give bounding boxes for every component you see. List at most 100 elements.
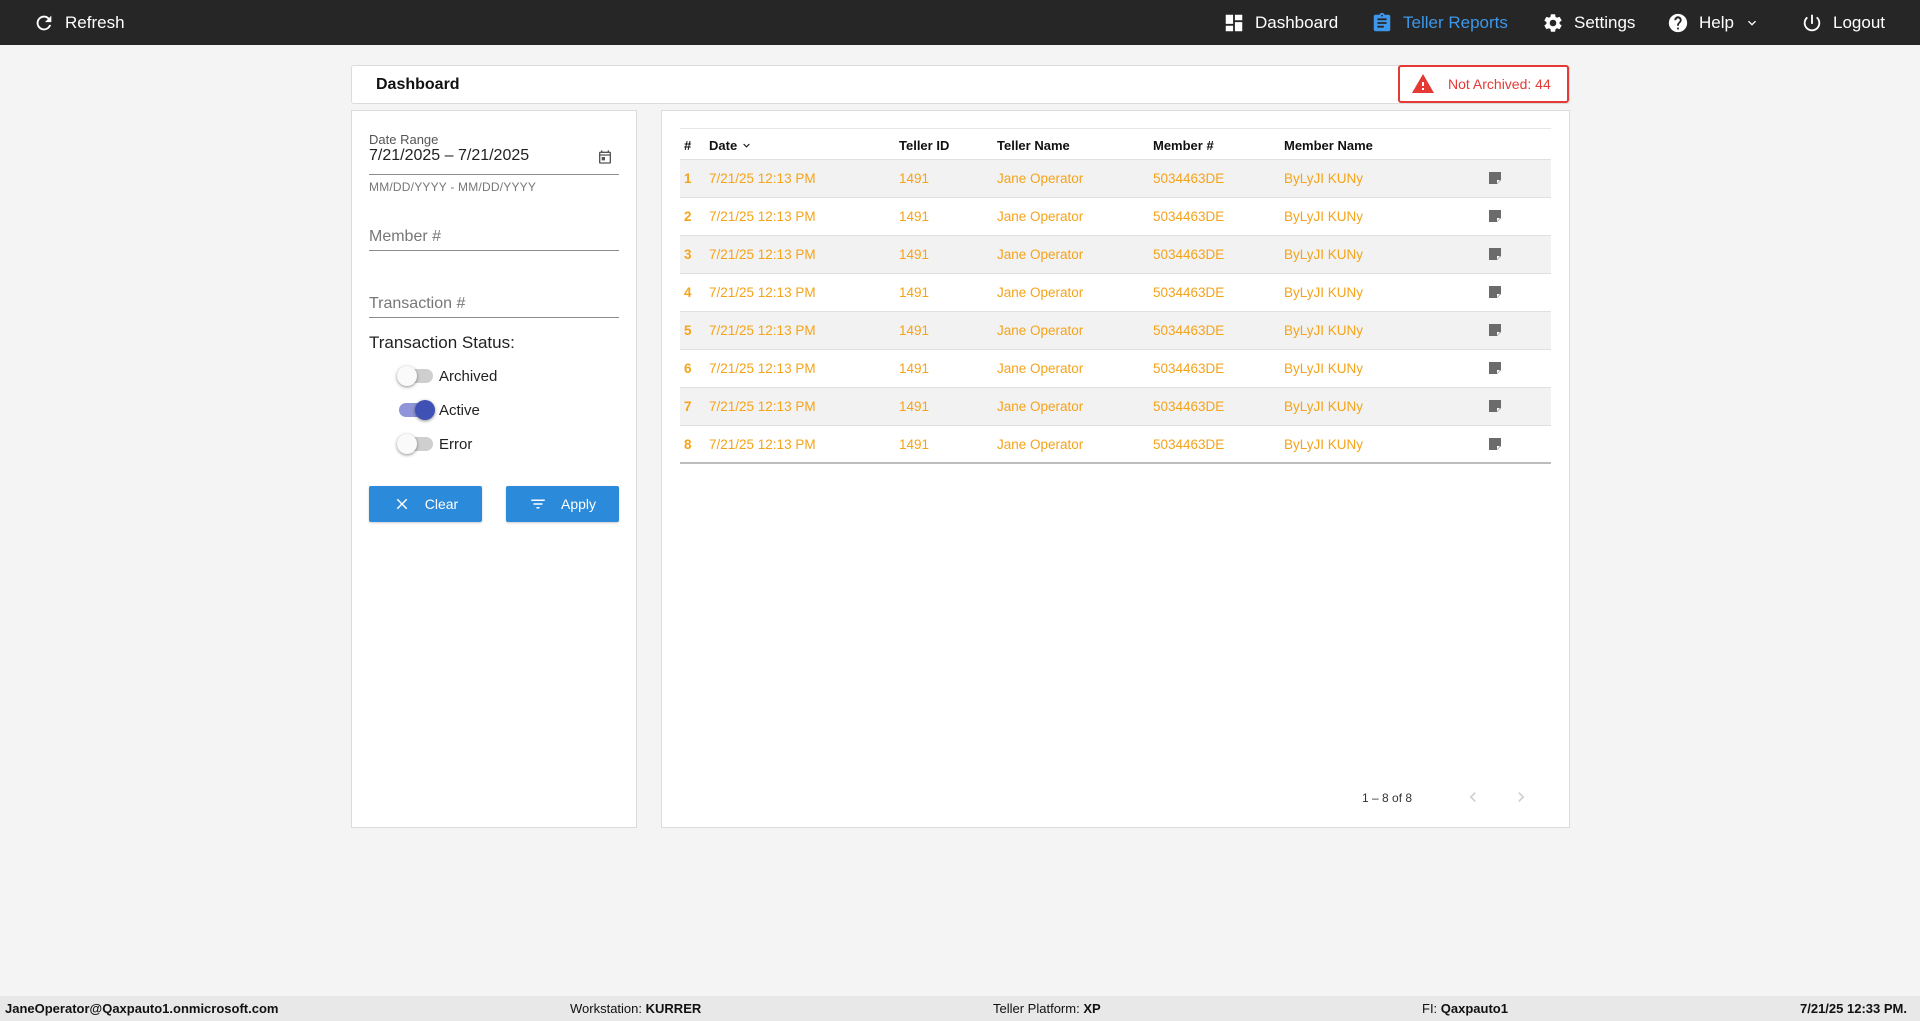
clear-label: Clear: [424, 496, 459, 512]
cell-date: 7/21/25 12:13 PM: [709, 285, 816, 300]
col-header-teller-name[interactable]: Teller Name: [997, 138, 1070, 153]
top-bar: Refresh Dashboard Teller Reports Setting…: [0, 0, 1920, 45]
cell-member-name: ByLyJI KUNy: [1284, 361, 1364, 376]
cell-member-number: 5034463DE: [1153, 171, 1225, 186]
cell-teller-id: 1491: [899, 437, 930, 452]
cell-teller-id: 1491: [899, 171, 930, 186]
cell-date: 7/21/25 12:13 PM: [709, 247, 816, 262]
calendar-icon[interactable]: [597, 149, 613, 165]
col-header-teller-id[interactable]: Teller ID: [899, 138, 949, 153]
paginator-range: 1 – 8 of 8: [1362, 791, 1413, 805]
nav-teller-reports[interactable]: Teller Reports: [1371, 0, 1508, 45]
toggle-track[interactable]: [397, 366, 433, 386]
cell-number: 3: [684, 247, 692, 262]
cell-teller-name: Jane Operator: [997, 209, 1084, 224]
cell-date: 7/21/25 12:13 PM: [709, 171, 816, 186]
toggle-active[interactable]: Active: [399, 399, 480, 421]
cell-number: 2: [684, 209, 692, 224]
status-footer: JaneOperator@Qaxpauto1.onmicrosoft.com W…: [0, 996, 1920, 1021]
refresh-icon: [36, 15, 52, 30]
member-number-input[interactable]: Member #: [369, 216, 619, 251]
toggle-archived-label: Archived: [439, 367, 498, 385]
note-icon[interactable]: [1487, 246, 1503, 262]
cell-member-number: 5034463DE: [1153, 399, 1225, 414]
date-range-input[interactable]: 7/21/2025 – 7/21/2025: [369, 147, 619, 175]
footer-user: JaneOperator@Qaxpauto1.onmicrosoft.com: [5, 1001, 279, 1016]
cell-number: 7: [684, 399, 692, 414]
refresh-button[interactable]: Refresh: [33, 0, 125, 45]
nav-help[interactable]: Help: [1667, 0, 1760, 45]
col-header-member-number[interactable]: Member #: [1153, 138, 1214, 153]
alert-text: Not Archived: 44: [1448, 76, 1551, 92]
table-row[interactable]: 4 7/21/25 12:13 PM 1491 Jane Operator 503446…: [680, 274, 1551, 312]
filter-panel: Date Range 7/21/2025 – 7/21/2025 MM/DD/Y…: [351, 110, 637, 828]
transaction-number-input[interactable]: Transaction #: [369, 283, 619, 318]
table-row[interactable]: 2 7/21/25 12:13 PM 1491 Jane Operator 503446…: [680, 198, 1551, 236]
cell-number: 6: [684, 361, 692, 376]
footer-fi-label: FI:: [1422, 1001, 1438, 1016]
note-icon[interactable]: [1487, 322, 1503, 338]
table-header: # Date Teller ID Teller Name Member # Me…: [680, 129, 1551, 160]
col-header-member-name[interactable]: Member Name: [1284, 138, 1373, 153]
gear-icon: [1544, 13, 1562, 32]
footer-platform-label: Teller Platform:: [993, 1001, 1080, 1016]
note-icon[interactable]: [1487, 170, 1503, 186]
toggle-archived[interactable]: Archived: [397, 365, 498, 387]
page-header: Dashboard: [351, 65, 1570, 104]
note-icon[interactable]: [1487, 398, 1503, 414]
cell-member-number: 5034463DE: [1153, 285, 1225, 300]
table-row[interactable]: 8 7/21/25 12:13 PM 1491 Jane Operator 503446…: [680, 426, 1551, 464]
col-header-date[interactable]: Date: [709, 138, 753, 153]
results-table: # Date Teller ID Teller Name Member # Me…: [680, 128, 1551, 464]
cell-number: 4: [684, 285, 692, 300]
date-format-hint: MM/DD/YYYY - MM/DD/YYYY: [369, 180, 537, 194]
close-icon: [396, 498, 408, 510]
note-icon[interactable]: [1487, 436, 1503, 452]
toggle-error[interactable]: Error: [397, 433, 472, 455]
cell-teller-name: Jane Operator: [997, 247, 1084, 262]
cell-member-number: 5034463DE: [1153, 437, 1225, 452]
apply-button[interactable]: Apply: [506, 486, 619, 522]
nav-logout-label: Logout: [1833, 12, 1885, 32]
cell-teller-name: Jane Operator: [997, 437, 1084, 452]
table-row[interactable]: 3 7/21/25 12:13 PM 1491 Jane Operator 503446…: [680, 236, 1551, 274]
cell-teller-name: Jane Operator: [997, 399, 1084, 414]
table-row[interactable]: 6 7/21/25 12:13 PM 1491 Jane Operator 503446…: [680, 350, 1551, 388]
date-range-label: Date Range: [369, 132, 439, 147]
cell-date: 7/21/25 12:13 PM: [709, 323, 816, 338]
footer-workstation: Workstation: KURRER: [570, 1001, 701, 1016]
nav-dashboard[interactable]: Dashboard: [1223, 0, 1338, 45]
footer-teller-platform: Teller Platform: XP: [993, 1001, 1101, 1016]
toggle-track[interactable]: [397, 434, 433, 454]
note-icon[interactable]: [1487, 360, 1503, 376]
col-header-number: #: [684, 138, 692, 153]
footer-datetime: 7/21/25 12:33 PM.: [1800, 1001, 1907, 1016]
cell-member-name: ByLyJI KUNy: [1284, 209, 1364, 224]
note-icon[interactable]: [1487, 284, 1503, 300]
cell-teller-id: 1491: [899, 323, 930, 338]
cell-number: 1: [684, 171, 692, 186]
table-row[interactable]: 5 7/21/25 12:13 PM 1491 Jane Operator 503446…: [680, 312, 1551, 350]
nav-logout[interactable]: Logout: [1801, 0, 1885, 45]
table-body: 1 7/21/25 12:13 PM 1491 Jane Operator 503446…: [680, 160, 1551, 464]
cell-teller-id: 1491: [899, 285, 930, 300]
cell-number: 8: [684, 437, 692, 452]
note-icon[interactable]: [1487, 208, 1503, 224]
toggle-track[interactable]: [399, 400, 435, 420]
toggle-knob: [397, 434, 417, 454]
nav-settings[interactable]: Settings: [1542, 0, 1635, 45]
table-row[interactable]: 1 7/21/25 12:13 PM 1491 Jane Operator 503446…: [680, 160, 1551, 198]
nav-help-label: Help: [1699, 12, 1734, 32]
cell-member-number: 5034463DE: [1153, 209, 1225, 224]
previous-page-icon[interactable]: [1463, 787, 1483, 807]
table-row[interactable]: 7 7/21/25 12:13 PM 1491 Jane Operator 503446…: [680, 388, 1551, 426]
next-page-icon[interactable]: [1511, 787, 1531, 807]
cell-date: 7/21/25 12:13 PM: [709, 399, 816, 414]
transaction-status-label: Transaction Status:: [369, 333, 515, 352]
cell-teller-id: 1491: [899, 247, 930, 262]
clear-button[interactable]: Clear: [369, 486, 482, 522]
cell-member-name: ByLyJI KUNy: [1284, 285, 1364, 300]
toggle-knob: [397, 366, 417, 386]
cell-teller-name: Jane Operator: [997, 171, 1084, 186]
not-archived-alert[interactable]: Not Archived: 44: [1398, 65, 1569, 103]
